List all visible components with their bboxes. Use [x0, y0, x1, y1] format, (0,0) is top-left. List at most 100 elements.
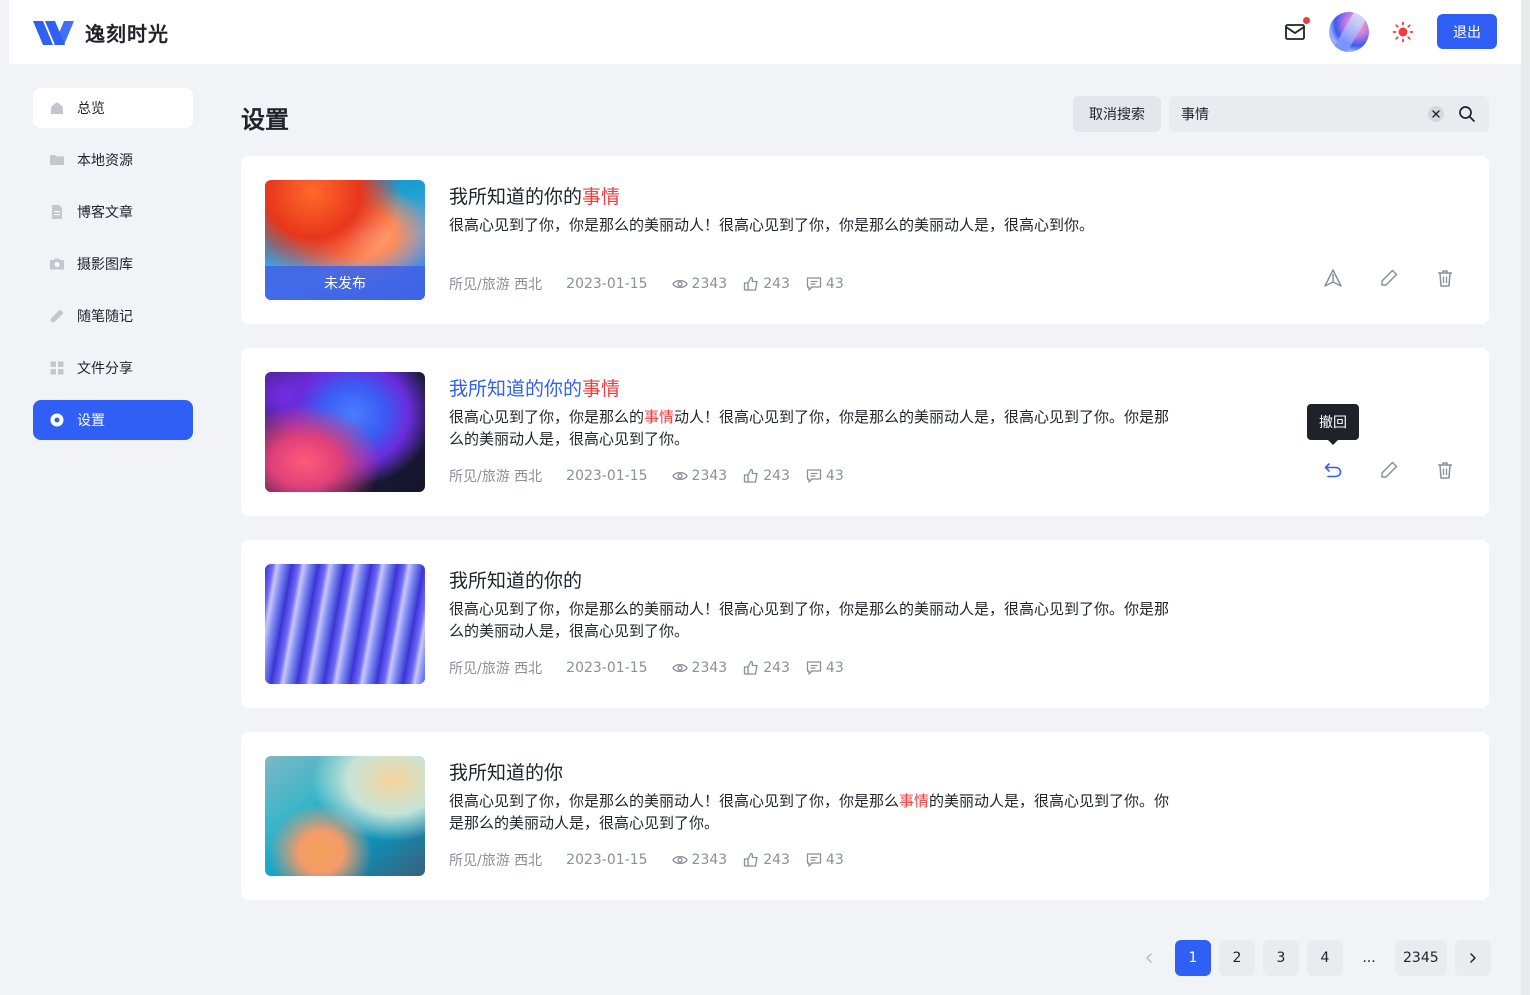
window-edge [1521, 0, 1530, 995]
settings-icon [49, 412, 65, 428]
article-title[interactable]: 我所知道的你的事情 [449, 374, 620, 401]
article-title[interactable]: 我所知道的你的事情 [449, 182, 620, 209]
article-date: 2023-01-15 [566, 852, 648, 868]
search-box [1169, 96, 1489, 132]
clear-search-button[interactable] [1428, 106, 1444, 122]
delete-button[interactable] [1433, 266, 1457, 290]
article-card[interactable]: 我所知道的你的事情 很高心见到了你，你是那么的事情动人！很高心见到了你，你是那么… [241, 348, 1489, 516]
sidebar-item-label: 随笔随记 [77, 309, 133, 325]
page-button[interactable]: 4 [1307, 940, 1343, 976]
comment-icon [806, 277, 822, 291]
sidebar-nav: 总览 本地资源 博客文章 摄影图库 随笔随记 文件分享 设置 [33, 88, 193, 452]
article-thumbnail[interactable] [265, 372, 425, 492]
cancel-search-button[interactable]: 取消搜索 [1073, 96, 1161, 132]
chevron-right-icon [1469, 953, 1476, 963]
article-date: 2023-01-15 [566, 468, 648, 484]
sidebar-item-overview[interactable]: 总览 [33, 88, 193, 128]
sidebar-item-file-share[interactable]: 文件分享 [33, 348, 193, 388]
article-meta: 所见/旅游 西北 2023-01-15 2343 243 43 [449, 850, 860, 870]
sidebar-item-label: 文件分享 [77, 361, 133, 377]
article-card[interactable]: 我所知道的你 很高心见到了你，你是那么的美丽动人！很高心见到了你，你是那么事情的… [241, 732, 1489, 900]
page-button[interactable]: 1 [1175, 940, 1211, 976]
mail-button[interactable] [1283, 17, 1310, 44]
like-count: 243 [743, 660, 790, 676]
like-count: 243 [743, 468, 790, 484]
article-title[interactable]: 我所知道的你 [449, 758, 563, 785]
eye-icon [671, 663, 688, 673]
logo-mark-icon [33, 20, 74, 45]
document-icon [49, 204, 65, 220]
undo-icon [1324, 463, 1342, 478]
page-button[interactable]: 2345 [1395, 940, 1447, 976]
brand-logo[interactable]: 逸刻时光 [33, 18, 169, 47]
sidebar-item-label: 本地资源 [77, 153, 133, 169]
sidebar-item-blog-posts[interactable]: 博客文章 [33, 192, 193, 232]
article-excerpt: 很高心见到了你，你是那么的美丽动人！很高心见到了你，你是那么的美丽动人是，很高心… [449, 600, 1170, 640]
thumbs-up-icon [744, 852, 758, 867]
article-thumbnail[interactable] [265, 564, 425, 684]
article-meta: 所见/旅游 西北 2023-01-15 2343 243 43 [449, 274, 860, 294]
close-icon [1432, 110, 1440, 118]
page-button[interactable]: 2 [1219, 940, 1255, 976]
undo-button[interactable] [1321, 458, 1345, 482]
like-count: 243 [743, 852, 790, 868]
comment-count: 43 [806, 468, 844, 484]
trash-icon [1438, 270, 1452, 287]
pagination: 1 2 3 4 ... 2345 [1131, 940, 1491, 976]
logout-button[interactable]: 退出 [1437, 14, 1497, 49]
sidebar-item-local-resources[interactable]: 本地资源 [33, 140, 193, 180]
camera-icon [49, 256, 65, 272]
article-date: 2023-01-15 [566, 276, 648, 292]
sidebar-item-photo-gallery[interactable]: 摄影图库 [33, 244, 193, 284]
edit-icon [1381, 269, 1398, 286]
page-button[interactable]: 3 [1263, 940, 1299, 976]
pencil-icon [49, 308, 65, 324]
eye-icon [671, 855, 688, 865]
article-actions [1321, 266, 1489, 290]
view-count: 2343 [671, 660, 727, 676]
sidebar-item-label: 博客文章 [77, 205, 133, 221]
eye-icon [671, 279, 688, 289]
article-date: 2023-01-15 [566, 660, 648, 676]
edit-button[interactable] [1377, 458, 1401, 482]
view-count: 2343 [671, 276, 727, 292]
notification-dot [1303, 17, 1310, 24]
article-excerpt: 很高心见到了你，你是那么的事情动人！很高心见到了你，你是那么的美丽动人是，很高心… [449, 408, 1170, 448]
comment-count: 43 [806, 660, 844, 676]
theme-toggle-button[interactable] [1391, 20, 1415, 44]
user-avatar[interactable] [1329, 12, 1369, 52]
sidebar-item-notes[interactable]: 随笔随记 [33, 296, 193, 336]
thumbs-up-icon [744, 468, 758, 483]
comment-count: 43 [806, 276, 844, 292]
status-badge: 未发布 [265, 266, 425, 300]
article-card[interactable]: 我所知道的你的 很高心见到了你，你是那么的美丽动人！很高心见到了你，你是那么的美… [241, 540, 1489, 708]
mail-icon [1285, 24, 1305, 40]
article-card[interactable]: 未发布 我所知道的你的事情 很高心见到了你，你是那么的美丽动人！很高心见到了你，… [241, 156, 1489, 324]
comment-count: 43 [806, 852, 844, 868]
eye-icon [671, 471, 688, 481]
article-excerpt: 很高心见到了你，你是那么的美丽动人！很高心见到了你，你是那么的美丽动人是，很高心… [449, 216, 1095, 234]
delete-button[interactable] [1433, 458, 1457, 482]
top-header: 逸刻时光 退出 [9, 0, 1521, 64]
prev-page-button[interactable] [1131, 940, 1167, 976]
comment-icon [806, 661, 822, 675]
app-page: 逸刻时光 退出 总览 本地资源 博客文章 摄影图库 随笔随记 文件分享 设置 设… [0, 0, 1530, 995]
article-thumbnail[interactable] [265, 756, 425, 876]
thumbs-up-icon [744, 276, 758, 291]
thumbs-up-icon [744, 660, 758, 675]
article-title[interactable]: 我所知道的你的 [449, 566, 582, 593]
edit-icon [1381, 461, 1398, 478]
article-category: 所见/旅游 西北 [449, 277, 543, 293]
publish-button[interactable] [1321, 266, 1345, 290]
chevron-left-icon [1146, 953, 1152, 963]
folder-icon [49, 152, 65, 168]
search-icon[interactable] [1458, 105, 1476, 123]
article-thumbnail[interactable]: 未发布 [265, 180, 425, 300]
search-input[interactable] [1169, 96, 1419, 132]
view-count: 2343 [671, 852, 727, 868]
article-meta: 所见/旅游 西北 2023-01-15 2343 243 43 [449, 658, 860, 678]
edit-button[interactable] [1377, 266, 1401, 290]
sidebar-item-settings[interactable]: 设置 [33, 400, 193, 440]
home-icon [49, 100, 65, 116]
next-page-button[interactable] [1454, 940, 1491, 976]
